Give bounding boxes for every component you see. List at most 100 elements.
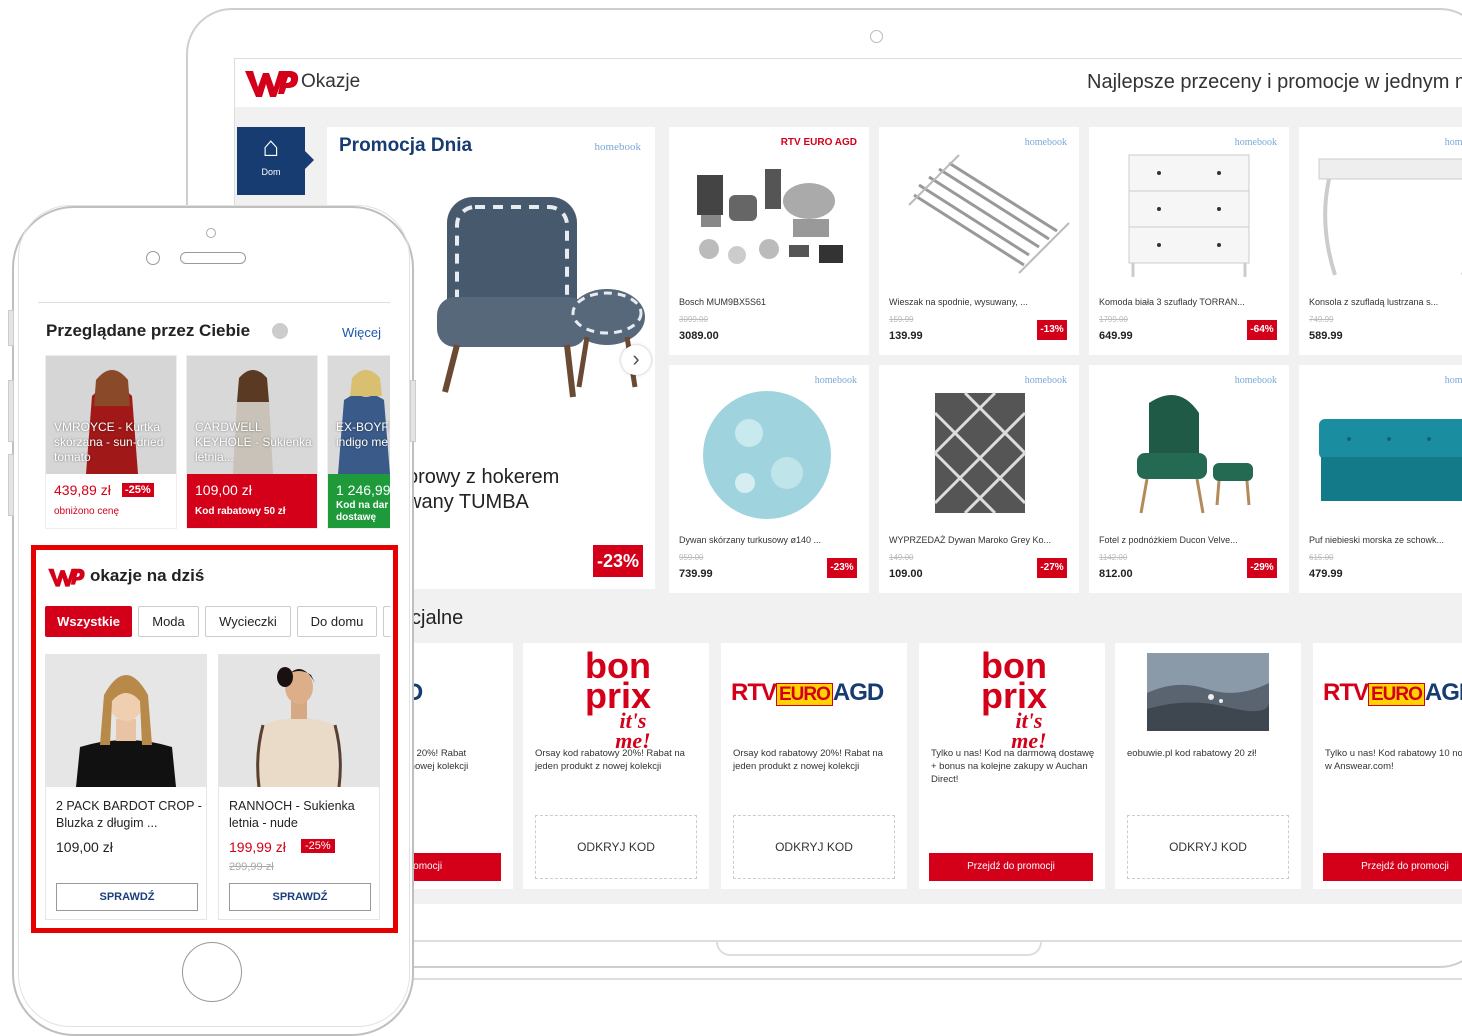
old-price: 615.00	[1309, 553, 1334, 562]
price: 739.99	[679, 568, 713, 580]
section-title: cjalne	[411, 607, 464, 629]
product-image	[933, 391, 1027, 515]
coupon-card[interactable]: eobuwie.pl kod rabatowy 20 zł! ODKRYJ KO…	[1115, 643, 1301, 889]
product-caption: CARDWELL KEYHOLE - Sukienka letnia...	[195, 420, 312, 464]
old-price: 959.00	[679, 553, 704, 562]
rtv-euro-agd-logo: RTVEUROAGD	[1323, 679, 1462, 706]
product-card[interactable]: homebook Komoda biała 3 szuflady TORRAN.…	[1089, 127, 1289, 355]
product-name: Wieszak na spodnie, wysuwany, ...	[889, 297, 1028, 307]
reveal-code-button[interactable]: ODKRYJ KOD	[1127, 815, 1289, 879]
product-card[interactable]: homebook Wieszak na spodnie, wysuwany, .…	[879, 127, 1079, 355]
discount-badge: -29%	[1247, 558, 1277, 578]
more-link[interactable]: Więcej	[342, 325, 381, 340]
phone-side-button	[8, 380, 14, 442]
old-price: 1799.00	[1099, 315, 1128, 324]
price: 109.00	[889, 568, 923, 580]
product-card[interactable]: homebook Konsola z szufladą lustrzana s.…	[1299, 127, 1462, 355]
price: 479.99	[1309, 568, 1343, 580]
highlight-frame	[31, 545, 398, 933]
reveal-code-button[interactable]: ODKRYJ KOD	[733, 815, 895, 879]
brand-logo: homebook	[594, 141, 641, 153]
coupon-description: Tylko u nas! Kod na darmową dostawę + bo…	[931, 748, 1095, 785]
armchair-image	[437, 197, 645, 398]
old-price: 1142.00	[1099, 553, 1128, 562]
laptop-camera	[870, 30, 883, 43]
product-caption: EX-BOYFR Kurtka jea indigo me	[336, 420, 390, 449]
product-card[interactable]: RTV EURO AGD Bosch MUM9BX5S61 3099.00 30…	[669, 127, 869, 355]
reveal-code-button[interactable]: ODKRYJ KOD	[535, 815, 697, 879]
viewed-item[interactable]: EX-BOYFR Kurtka jea indigo me 1 246,99 K…	[327, 355, 390, 529]
carousel-next-button[interactable]: ›	[621, 345, 651, 375]
laptop-notch	[716, 940, 1042, 956]
price: 109,00 zł	[195, 482, 252, 498]
active-indicator	[305, 151, 314, 169]
coupon-card[interactable]: bon prix it's me! Orsay kod rabatowy 20%! …	[523, 643, 709, 889]
price: 139.99	[889, 330, 923, 342]
phone-camera	[146, 251, 160, 265]
promo-product-name[interactable]: orowy z hokerem wany TUMBA	[407, 465, 559, 515]
discount-badge: -13%	[1037, 320, 1067, 340]
phone-home-button[interactable]	[182, 942, 242, 1002]
product-caption: VMROYCE - Kurtka skórzana - sun-dried to…	[54, 420, 164, 464]
product-image	[703, 391, 831, 519]
phone-speaker	[180, 252, 246, 264]
price-note: Kod rabatowy 50 zł	[195, 506, 286, 517]
promo-title: Promocja Dnia	[339, 135, 473, 156]
coupon-card[interactable]: bon prix it's me! Tylko u nas! Kod na darm…	[919, 643, 1105, 889]
product-image	[697, 169, 843, 264]
discount-badge: -25%	[122, 483, 154, 497]
old-price: 749.99	[1309, 315, 1334, 324]
product-card[interactable]: homebook WYPRZEDAŻ Dywan Maroko Grey Ko.…	[879, 365, 1079, 593]
price: 812.00	[1099, 568, 1133, 580]
top-bar: Okazje Najlepsze przeceny i promocje w j…	[235, 59, 1462, 107]
coupon-card[interactable]: RTV EURO AGD Orsay kod rabatowy 20%! Rabat…	[721, 643, 907, 889]
product-name: Komoda biała 3 szuflady TORRAN...	[1099, 297, 1245, 307]
coupon-description: Orsay kod rabatowy 20%! Rabat na jeden p…	[535, 748, 685, 772]
home-icon: ⌂	[262, 131, 280, 162]
bonprix-logo: bon prix it's me!	[584, 645, 652, 753]
coupon-description: Orsay kod rabatowy 20%! Rabat na jeden p…	[733, 748, 883, 772]
product-card[interactable]: homebook Dywan skórzany turkusowy ø140 .…	[669, 365, 869, 593]
page-title[interactable]: Okazje	[301, 71, 360, 93]
product-image	[328, 356, 390, 474]
phone-side-button	[8, 454, 14, 516]
product-image	[1137, 395, 1253, 514]
price: 3089.00	[679, 330, 719, 342]
info-icon[interactable]	[272, 323, 288, 339]
product-name: Puf niebieski morska ze schowk...	[1309, 535, 1445, 545]
laptop-screen: Okazje Najlepsze przeceny i promocje w j…	[234, 58, 1462, 904]
phone-side-button	[8, 310, 14, 346]
product-image	[1319, 419, 1462, 501]
product-name: Fotel z podnóżkiem Ducon Velve...	[1099, 535, 1238, 545]
phone-sensor	[206, 228, 216, 238]
product-name: Konsola z szufladą lustrzana s...	[1309, 297, 1439, 307]
phone-side-button	[410, 380, 416, 442]
product-name: WYPRZEDAŻ Dywan Maroko Grey Ko...	[889, 535, 1052, 545]
product-name: Dywan skórzany turkusowy ø140 ...	[679, 535, 822, 545]
viewed-item[interactable]: VMROYCE - Kurtka skórzana - sun-dried to…	[45, 355, 177, 529]
product-card[interactable]: homebook Fotel z podnóżkiem Ducon Velve.…	[1089, 365, 1289, 593]
viewed-section-title: Przeglądane przez Ciebie	[46, 321, 251, 340]
price: 1 246,99	[336, 482, 390, 498]
coupon-card[interactable]: RTVEUROAGD Tylko u nas! Kod rabatowy 10 …	[1313, 643, 1462, 889]
product-card[interactable]: homebook Puf niebieski morska ze schowk.…	[1299, 365, 1462, 593]
price: 439,89 zł	[54, 482, 111, 498]
price: 649.99	[1099, 330, 1133, 342]
sidebar-item-home[interactable]: ⌂ Dom	[237, 127, 305, 195]
discount-badge: -23%	[827, 558, 857, 578]
coupon-description: eobuwie.pl kod rabatowy 20 zł!	[1127, 748, 1257, 759]
slogan: Najlepsze przeceny i promocje w jednym m…	[1087, 71, 1462, 93]
go-to-promo-button[interactable]: Przejdź do promocji	[1323, 853, 1462, 881]
price-note: Kod na dar dostawę	[336, 500, 389, 523]
viewed-item[interactable]: CARDWELL KEYHOLE - Sukienka letnia... 10…	[186, 355, 318, 529]
product-name: Bosch MUM9BX5S61	[679, 297, 767, 307]
old-price: 149.00	[889, 553, 914, 562]
go-to-promo-button[interactable]: Przejdź do promocji	[929, 853, 1093, 881]
coupon-description: Tylko u nas! Kod rabatowy 10 nowości w A…	[1325, 748, 1462, 772]
price-note: obniżono cenę	[54, 506, 120, 517]
product-image	[1318, 158, 1462, 276]
old-price: 159.99	[889, 315, 914, 324]
old-price: 3099.00	[679, 315, 708, 324]
rtv-euro-agd-logo: RTVEUROAGD	[731, 679, 884, 706]
wp-logo-icon[interactable]	[243, 67, 299, 99]
